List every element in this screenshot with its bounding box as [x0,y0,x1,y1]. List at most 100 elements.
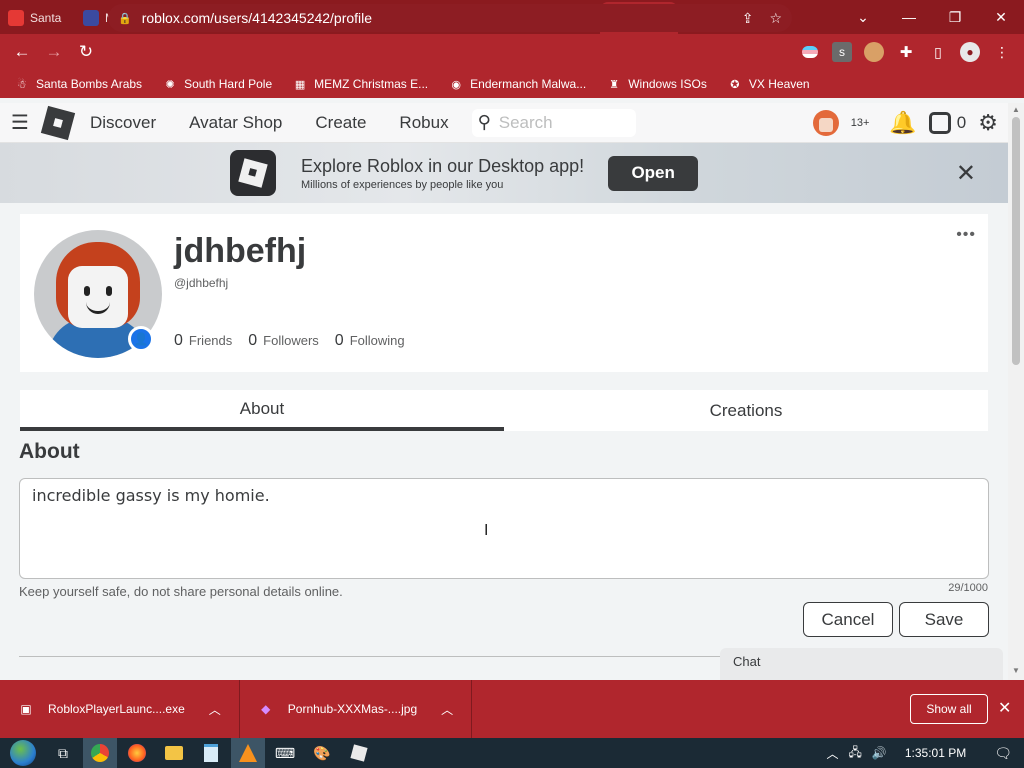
s-extension-icon[interactable]: s [832,42,852,62]
bookmark-label: MEMZ Christmas E... [314,77,429,91]
clock[interactable]: 1:35:01 PM [905,746,966,760]
settings-gear-icon[interactable]: ⚙ [978,110,998,136]
robux-count: 0 [956,112,967,132]
page-scrollbar[interactable]: ▲ ▼ [1008,103,1024,680]
download-item-roblox[interactable]: ▣ RobloxPlayerLaunc....exe ︿ [0,680,240,738]
chat-bar[interactable]: Chat [720,648,1003,680]
profile-header-card: 👤 jdhbefhj @jdhbefhj 0 Friends 0 Followers… [20,214,988,372]
forward-button[interactable]: → [38,36,70,68]
avatar-extension-icon[interactable] [864,42,884,62]
system-tray: ︿ 🖧 🔊 1:35:01 PM 🗨 [826,743,1024,764]
network-icon[interactable]: 🖧 [849,743,862,764]
image-file-icon: ◆ [261,702,271,716]
tab-search-icon[interactable]: ⌄ [840,0,886,34]
bookmark-star-icon[interactable]: ☆ [769,10,782,27]
file-explorer-icon[interactable] [157,738,191,768]
profile-icon[interactable]: ● [960,42,980,62]
banner-text: Explore Roblox in our Desktop app! Milli… [301,156,584,191]
following-stat[interactable]: 0 Following [335,332,405,350]
more-options-icon[interactable]: ••• [956,226,976,244]
download-item-image[interactable]: ◆ Pornhub-XXXMas-....jpg ︿ [240,680,473,738]
start-button[interactable] [0,738,46,768]
robux-balance[interactable]: 0 [928,111,967,134]
chevron-up-icon[interactable]: ︿ [209,701,221,718]
bookmark-item[interactable]: ◉ Endermanch Malwa... [448,76,586,92]
bookmark-item[interactable]: ✪ VX Heaven [727,76,809,92]
search-icon: ⚲ [477,112,491,132]
ornament-icon: ✺ [165,78,175,91]
keyboard-icon[interactable]: ⌨ [268,738,302,768]
open-app-button[interactable]: Open [608,155,699,191]
tray-chevron-up-icon[interactable]: ︿ [826,745,838,762]
windows-taskbar: ⧉ ⌨ 🎨 ︿ 🖧 🔊 1:35:01 PM 🗨 [0,738,1024,768]
bookmark-item[interactable]: ♜ Windows ISOs [606,76,707,92]
vlc-icon[interactable] [231,738,265,768]
banner-title: Explore Roblox in our Desktop app! [301,155,585,176]
notifications-bell-icon[interactable]: 🔔 [889,110,916,136]
restore-button[interactable]: ❐ [932,0,978,34]
bookmark-label: Windows ISOs [628,77,707,91]
menu-icon[interactable]: ☰ [0,110,40,135]
download-filename: Pornhub-XXXMas-....jpg [287,702,418,716]
tab-about[interactable]: About [20,390,504,431]
task-view-icon[interactable]: ⧉ [46,738,80,768]
downloads-close-icon[interactable]: ✕ [998,698,1011,718]
back-button[interactable]: ← [6,36,38,68]
share-icon[interactable]: ⇪ [742,10,754,27]
age-badge: 13+ [850,116,870,129]
paint-icon[interactable]: 🎨 [305,738,339,768]
download-filename: RobloxPlayerLaunc....exe [48,702,185,716]
header-avatar[interactable] [812,109,839,136]
scroll-down-arrow-icon[interactable]: ▼ [1012,666,1020,675]
nav-robux[interactable]: Robux [399,113,448,133]
chevron-up-icon[interactable]: ︿ [441,701,453,718]
followers-stat[interactable]: 0 Followers [248,332,319,350]
robux-icon [928,111,951,134]
reload-button[interactable]: ↻ [70,36,102,68]
text-cursor-icon: I [484,522,489,539]
banner-close-icon[interactable]: ✕ [956,159,976,188]
scroll-up-arrow-icon[interactable]: ▲ [1012,105,1020,114]
bookmark-item[interactable]: ▦ MEMZ Christmas E... [292,76,428,92]
nav-discover[interactable]: Discover [90,113,156,133]
lock-icon[interactable]: 🔒 [118,12,132,25]
about-textarea[interactable] [19,478,989,579]
notepad-icon[interactable] [194,738,228,768]
nav-create[interactable]: Create [315,113,366,133]
window-controls: ⌄ — ❐ ✕ [840,0,1024,34]
action-center-icon[interactable]: 🗨 [994,745,1012,762]
friends-stat[interactable]: 0 Friends [174,332,232,350]
bookmark-item[interactable]: ☃ Santa Bombs Arabs [14,76,142,92]
nav-avatar-shop[interactable]: Avatar Shop [189,113,282,133]
vx-icon: ✪ [730,78,740,91]
banner-subtitle: Millions of experiences by people like y… [301,178,504,191]
display-name: jdhbefhj [174,232,307,270]
roblox-logo[interactable] [40,105,76,140]
browser-tab[interactable]: Santa [0,2,75,34]
close-window-button[interactable]: ✕ [978,0,1024,34]
minimize-button[interactable]: — [886,0,932,34]
bookmark-label: South Hard Pole [184,77,273,91]
desktop-app-banner: Explore Roblox in our Desktop app! Milli… [0,143,1008,203]
bookmark-label: Endermanch Malwa... [470,77,587,91]
header-right: 13+ 🔔 0 ⚙ [812,109,1008,136]
side-panel-icon[interactable]: ▯ [928,42,948,62]
firefox-taskbar-icon[interactable] [120,738,154,768]
volume-icon[interactable]: 🔊 [872,746,887,760]
address-bar[interactable]: 🔒 roblox.com/users/4142345242/profile ⇪ … [108,4,792,32]
downloads-bar: ▣ RobloxPlayerLaunc....exe ︿ ◆ Pornhub-X… [0,680,1024,738]
tab-creations[interactable]: Creations [504,390,988,431]
scroll-thumb[interactable] [1012,117,1020,365]
about-heading: About [19,440,80,463]
show-all-downloads-button[interactable]: Show all [910,694,988,724]
save-button[interactable]: Save [899,602,989,637]
cancel-button[interactable]: Cancel [803,602,893,637]
roblox-taskbar-icon[interactable] [342,738,376,768]
roblox-app-icon [230,150,276,196]
chrome-taskbar-icon[interactable] [83,738,117,768]
search-input[interactable]: ⚲ Search [471,108,636,137]
bookmark-item[interactable]: ✺ South Hard Pole [162,76,272,92]
chrome-menu-icon[interactable]: ⋮ [992,42,1012,62]
flag-extension-icon[interactable] [800,42,820,62]
extensions-puzzle-icon[interactable]: ✚ [896,42,916,62]
